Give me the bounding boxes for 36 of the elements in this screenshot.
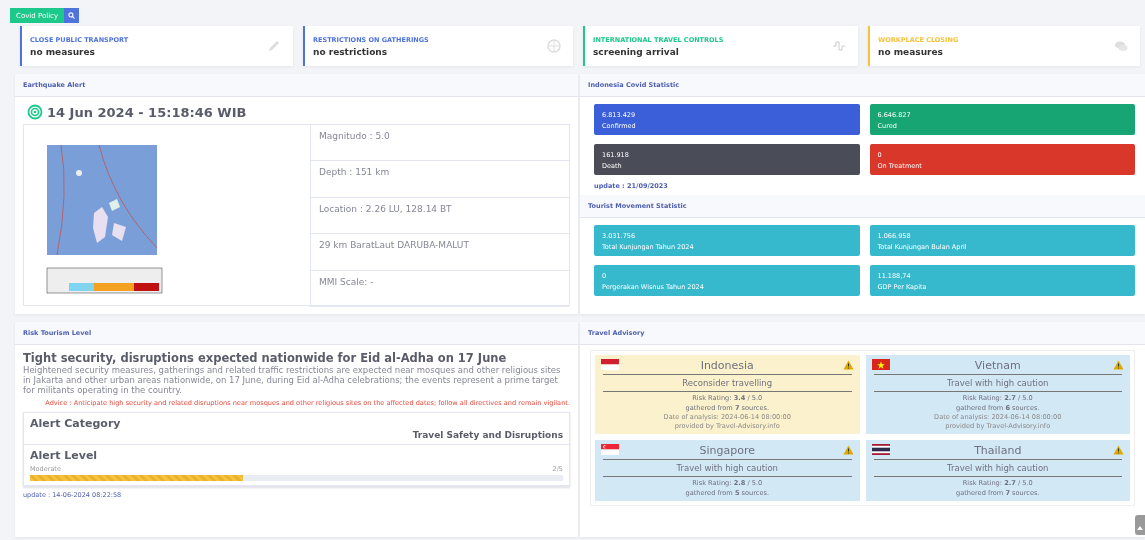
alert-category: Travel Safety and Disruptions	[412, 429, 563, 440]
search-icon	[68, 12, 76, 19]
risk-description: Heightened security measures, gatherings and related traffic restrictions are expected near mosques and other religious sites in Jakarta and other urban areas nationwide, on 17 June, during Eid al-Adha celebrations; the events represent a prime target for militants operating in the country.	[23, 365, 562, 396]
policy-value: no measures	[30, 46, 96, 57]
alert-category-label: Alert Category	[30, 416, 122, 430]
flag-icon	[871, 444, 890, 455]
quake-detail: 29 km BaratLaut DARUBA-MALUT	[311, 234, 569, 271]
policy-value: no measures	[878, 46, 944, 57]
scroll-top-button[interactable]	[1135, 515, 1145, 535]
warning-icon	[1113, 445, 1124, 455]
search-button[interactable]	[64, 8, 80, 23]
signal-icon	[27, 104, 43, 120]
pulse-icon	[832, 39, 846, 53]
advisory-status: Reconsider travelling	[603, 375, 852, 392]
flag-icon	[871, 359, 890, 370]
chat-icon	[1114, 39, 1128, 53]
quake-detail: Depth : 151 km	[311, 161, 569, 198]
risk-headline: Tight security, disruptions expected nationwide for Eid al-Adha on 17 June	[23, 351, 508, 365]
alert-level-label: Alert Level	[30, 448, 99, 462]
warning-icon	[842, 360, 854, 370]
advisory-status: Travel with high caution	[603, 460, 852, 477]
pencil-icon	[267, 39, 281, 53]
globe-icon	[547, 39, 561, 53]
policy-value: screening arrival	[593, 46, 680, 57]
policy-value: no restrictions	[313, 46, 389, 57]
advisory-status: Travel with high caution	[873, 460, 1122, 477]
quake-datetime: 14 Jun 2024 - 15:18:46 WIB	[47, 104, 247, 120]
quake-detail: MMI Scale: -	[311, 270, 569, 307]
quake-detail: Location : 2.26 LU, 128.14 BT	[311, 197, 569, 235]
warning-icon	[1113, 360, 1124, 370]
quake-detail: Magnitudo : 5.0	[311, 125, 569, 162]
flag-icon	[601, 359, 619, 370]
warning-icon	[842, 445, 854, 455]
flag-icon	[601, 444, 619, 455]
advisory-status: Travel with high caution	[873, 375, 1122, 392]
caret-icon	[1137, 525, 1143, 530]
